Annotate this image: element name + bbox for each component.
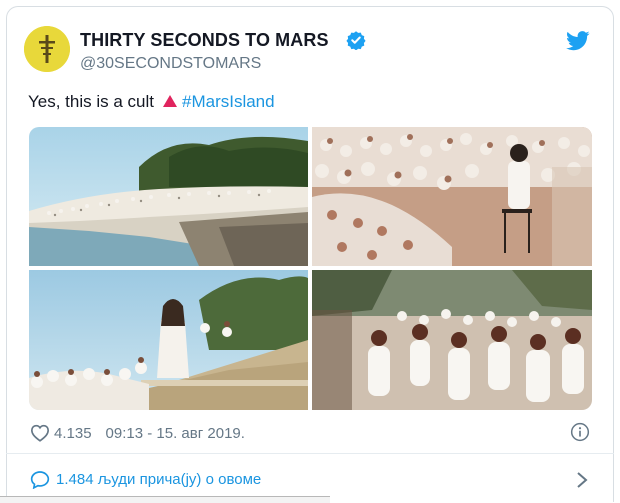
tweet-text: Yes, this is a cult #MarsIsland xyxy=(28,92,275,112)
photo-man-in-white-robe[interactable] xyxy=(29,270,308,410)
avatar[interactable] xyxy=(24,26,70,72)
author-name[interactable]: THIRTY SECONDS TO MARS xyxy=(80,30,329,51)
twitter-bird-icon[interactable] xyxy=(566,30,590,52)
info-icon[interactable] xyxy=(570,422,590,442)
divider xyxy=(6,453,614,454)
conversation-count: 1.484 људи прича(ју) о овоме xyxy=(56,471,262,488)
hashtag-link[interactable]: #MarsIsland xyxy=(182,92,275,111)
tweet-timestamp[interactable]: 09:13 - 15. авг 2019. xyxy=(106,425,245,442)
red-triangle-icon xyxy=(163,95,177,107)
speech-bubble-icon xyxy=(30,471,50,489)
photo-crowd-seated-around-speaker[interactable] xyxy=(312,127,592,266)
photo-crowd-on-coast[interactable] xyxy=(29,127,308,266)
like-count[interactable]: 4.135 xyxy=(54,425,92,442)
heart-icon[interactable] xyxy=(30,424,50,442)
cross-emblem-icon xyxy=(24,26,70,72)
photo-grid xyxy=(29,127,592,410)
conversation-link[interactable]: 1.484 људи прича(ју) о овоме xyxy=(30,470,261,489)
author-handle[interactable]: @30SECONDSTOMARS xyxy=(80,55,261,73)
tweet-body: Yes, this is a cult xyxy=(28,92,154,111)
chevron-right-icon[interactable] xyxy=(576,471,588,489)
verified-badge-icon xyxy=(346,31,366,50)
photo-crowd-dancing[interactable] xyxy=(312,270,592,410)
tweet-meta: 4.135 09:13 - 15. авг 2019. xyxy=(30,424,245,442)
